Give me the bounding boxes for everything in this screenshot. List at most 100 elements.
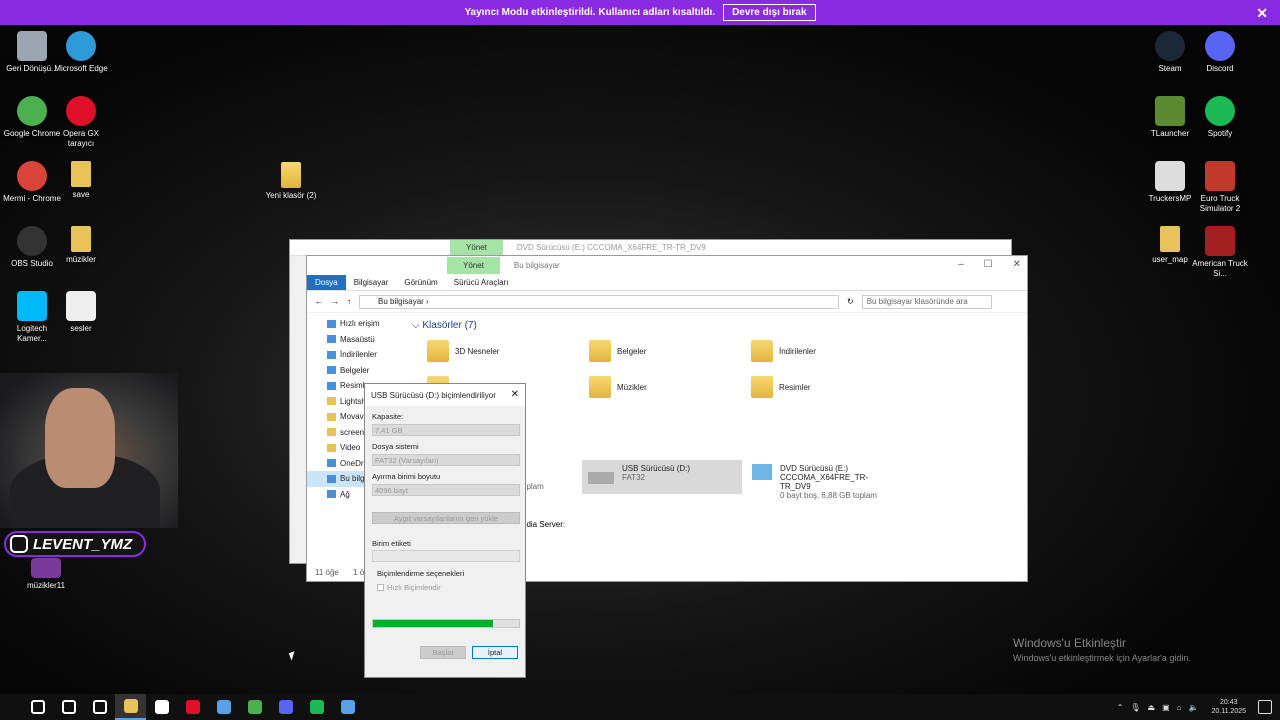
filesystem-select[interactable]: FAT32 (Varsayılan) — [372, 454, 520, 466]
allocation-label: Ayırma birimi boyutu — [372, 472, 441, 481]
refresh-icon[interactable]: ↻ — [847, 297, 854, 306]
folder-icon — [327, 397, 336, 406]
nav-item[interactable]: Masaüstü — [307, 332, 407, 348]
usb-icon[interactable]: ⏏ — [1148, 703, 1156, 712]
capacity-select[interactable]: 7,41 GB — [372, 424, 520, 436]
desktop-icon[interactable]: Opera GX tarayıcı — [51, 96, 111, 149]
discord-taskbar-button[interactable] — [270, 694, 301, 720]
up-arrow-icon[interactable]: ↑ — [347, 297, 351, 306]
drive-usb[interactable]: USB Sürücüsü (D:) FAT32 — [582, 460, 742, 494]
clock[interactable]: 20:43 20.11.2025 — [1211, 698, 1246, 716]
folder-item[interactable]: 3D Nesneler — [427, 340, 499, 362]
nav-icon — [327, 335, 336, 344]
close-icon[interactable]: ✕ — [511, 389, 519, 400]
nav-item-label: Hızlı erişim — [340, 319, 380, 329]
network-icon[interactable]: ⌂ — [1177, 703, 1182, 712]
streamer-mode-banner: Yayıncı Modu etkinleştirildi. Kullanıcı … — [0, 0, 1280, 25]
desktop-icon-label: sesler — [70, 324, 92, 333]
ribbon-tab[interactable]: Bilgisayar — [346, 275, 397, 290]
microphone-icon[interactable]: 🎙 — [1130, 703, 1140, 712]
desktop-icon[interactable]: Spotify — [1190, 96, 1250, 139]
nav-item-label: İndirilenler — [340, 350, 377, 360]
restore-defaults-button[interactable]: Aygıt varsayılanlarını geri yükle — [372, 512, 520, 524]
search-input[interactable]: Bu bilgisayar klasöründe ara — [861, 294, 992, 309]
close-icon[interactable]: ✕ — [1256, 5, 1268, 22]
nav-item[interactable]: İndirilenler — [307, 347, 407, 363]
nav-item[interactable]: Hızlı erişim — [307, 316, 407, 332]
nav-icon — [327, 381, 336, 390]
folder-item[interactable]: Belgeler — [589, 340, 646, 362]
desktop-icon[interactable]: Discord — [1190, 31, 1250, 74]
nav-item-label: Movavi — [340, 412, 366, 422]
desktop-icon[interactable]: American Truck Si... — [1190, 226, 1250, 279]
spotify-taskbar-button[interactable] — [301, 694, 332, 720]
instagram-icon — [10, 535, 28, 553]
ribbon-tab[interactable]: Sürücü Araçları — [446, 275, 517, 290]
desktop-icon-label: Yeni klasör (2) — [265, 191, 317, 200]
chrome-taskbar-button[interactable] — [239, 694, 270, 720]
folder-item[interactable]: Resimler — [751, 376, 811, 398]
forward-arrow-icon[interactable]: → — [331, 297, 339, 306]
volume-label-input[interactable] — [372, 550, 520, 562]
drive-sub: 0 bayt boş, 6,88 GB toplam — [780, 491, 877, 500]
desktop-icon[interactable]: sesler — [51, 291, 111, 334]
close-icon[interactable]: ✕ — [1013, 259, 1021, 270]
opera-button[interactable] — [177, 694, 208, 720]
maximize-icon[interactable]: ☐ — [984, 259, 993, 270]
desktop-icon-label: Microsoft Edge — [54, 64, 108, 73]
taskview-button[interactable] — [84, 694, 115, 720]
tlauncher-icon — [1155, 96, 1185, 126]
folder-item[interactable]: Müzikler — [589, 376, 647, 398]
folder-icon — [327, 412, 336, 421]
disable-streamer-mode-button[interactable]: Devre dışı bırak — [723, 4, 816, 21]
discord-icon — [1205, 31, 1235, 61]
ribbon-tab[interactable]: Dosya — [307, 275, 346, 290]
drive-dvd[interactable]: DVD Sürücüsü (E:) CCCOMA_X64FRE_TR-TR_DV… — [752, 464, 972, 500]
cancel-button[interactable]: İptal — [472, 646, 518, 659]
store-button[interactable] — [146, 694, 177, 720]
desktop-icon[interactable]: Euro Truck Simulator 2 — [1190, 161, 1250, 214]
format-progress-bar — [372, 619, 520, 628]
desktop-icon-new-folder[interactable]: Yeni klasör (2) — [261, 162, 321, 201]
usb-drive-icon — [588, 472, 614, 484]
display-icon[interactable]: ▣ — [1162, 703, 1170, 712]
opera-gx-icon — [66, 96, 96, 126]
notification-icon[interactable] — [1258, 700, 1272, 714]
chevron-up-icon[interactable]: ⌃ — [1117, 703, 1124, 712]
search-button[interactable] — [53, 694, 84, 720]
back-arrow-icon[interactable]: ← — [315, 297, 323, 306]
quick-format-checkbox[interactable]: Hızlı Biçimlendir — [377, 583, 441, 592]
allocation-select[interactable]: 4096 bayt — [372, 484, 520, 496]
start-button[interactable]: Başlat — [420, 646, 466, 659]
search-icon — [61, 700, 76, 714]
file-explorer-button[interactable] — [115, 694, 146, 720]
folder-label: Müzikler — [617, 382, 647, 392]
group-header[interactable]: ⌵ Klasörler (7) — [412, 320, 1027, 331]
watermark-title: Windows'u Etkinleştir — [1013, 636, 1126, 650]
manage-tab[interactable]: Yönet — [450, 240, 503, 255]
volume-label-label: Birim etiketi — [372, 539, 411, 548]
manage-tab[interactable]: Yönet — [447, 257, 500, 274]
nav-icon — [327, 350, 336, 359]
app-taskbar-button[interactable] — [332, 694, 363, 720]
dvd-drive-icon — [752, 464, 772, 480]
drive-name: USB Sürücüsü (D:) — [622, 464, 691, 473]
desktop-icon-label: Opera GX tarayıcı — [62, 129, 99, 148]
capacity-label: Kapasite: — [372, 412, 404, 421]
format-dialog[interactable]: USB Sürücüsü (D:) biçimlendiriliyor ✕ Ka… — [364, 383, 526, 678]
steam-taskbar-button[interactable] — [208, 694, 239, 720]
desktop-icon[interactable]: Microsoft Edge — [51, 31, 111, 74]
folder-item[interactable]: İndirilenler — [751, 340, 816, 362]
folder-icon — [589, 340, 611, 362]
minimize-icon[interactable]: – — [958, 259, 964, 270]
system-tray: ⌃ 🎙 ⏏ ▣ ⌂ 🔈 20:43 20.11.2025 — [1117, 694, 1280, 720]
ribbon-tab[interactable]: Görünüm — [396, 275, 445, 290]
start-button[interactable] — [22, 694, 53, 720]
desktop-icon[interactable]: müzikler — [51, 226, 111, 265]
desktop-icon[interactable]: save — [51, 161, 111, 200]
volume-icon[interactable]: 🔈 — [1189, 703, 1199, 712]
nav-item[interactable]: Belgeler — [307, 363, 407, 379]
address-bar[interactable]: Bu bilgisayar › — [359, 294, 839, 309]
desktop-icon-muzikler11[interactable]: müzikler11 — [16, 558, 76, 591]
steam-taskbar-icon — [216, 700, 231, 714]
